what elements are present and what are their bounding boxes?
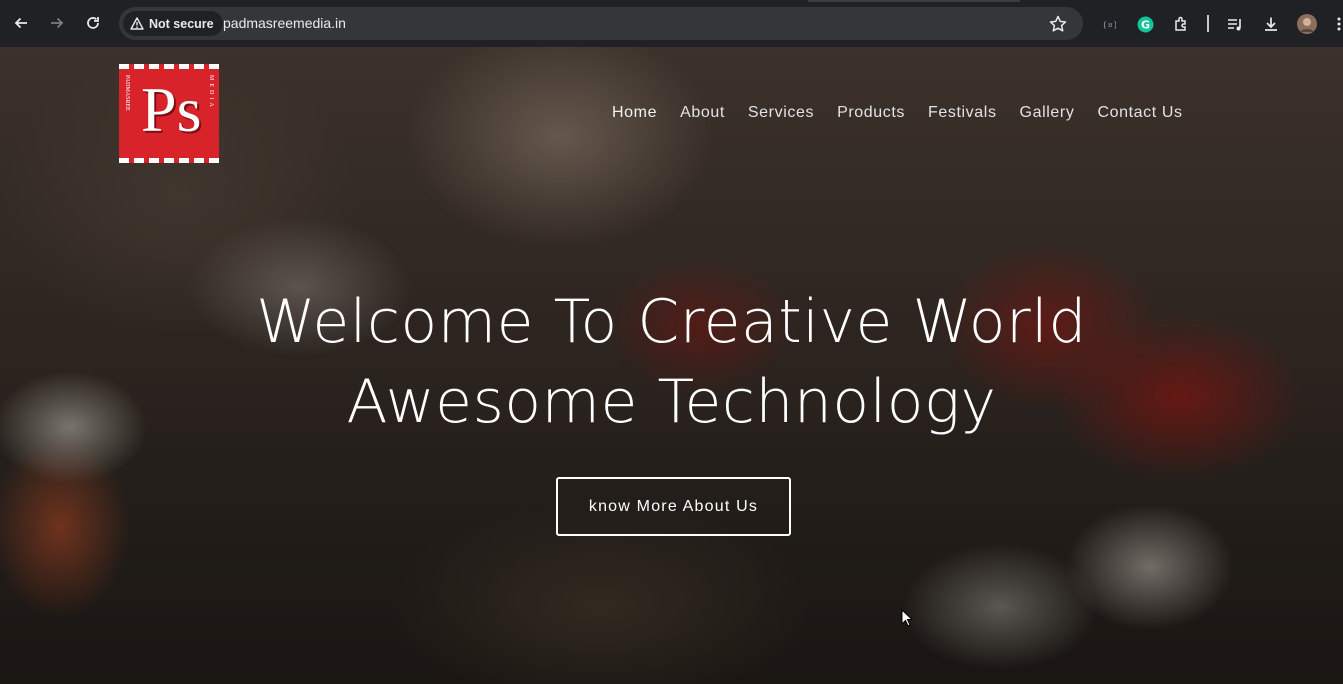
forward-arrow-icon: [51, 17, 64, 29]
nav-gallery[interactable]: Gallery: [1020, 104, 1075, 122]
logo-right-text: MEDIA: [208, 75, 214, 110]
nav-home[interactable]: Home: [612, 104, 657, 122]
know-more-button[interactable]: know More About Us: [556, 477, 791, 536]
address-bar[interactable]: Not secure padmasreemedia.in: [119, 7, 1083, 40]
download-icon: [1265, 17, 1277, 31]
warning-icon: [130, 17, 144, 30]
media-controls-icon: [1227, 18, 1241, 30]
grammarly-extension[interactable]: G: [1136, 14, 1154, 34]
profile-button[interactable]: [1296, 14, 1318, 34]
hero-headline-line1: Welcome To Creative World: [256, 287, 1087, 357]
hero-section: PADMASREE Ps MEDIA Home About Services P…: [0, 47, 1343, 684]
site-logo[interactable]: PADMASREE Ps MEDIA: [119, 64, 219, 163]
cast-button[interactable]: (¤): [1100, 14, 1118, 34]
nav-services[interactable]: Services: [748, 104, 814, 122]
extensions-button[interactable]: [1172, 14, 1190, 34]
logo-left-text: PADMASREE: [124, 75, 130, 111]
profile-avatar-icon: [1297, 14, 1317, 34]
tab-strip-edge: [808, 0, 1020, 2]
downloads-button[interactable]: [1262, 14, 1280, 34]
browser-toolbar: Not secure padmasreemedia.in (¤) G: [0, 0, 1343, 47]
site-security-chip[interactable]: Not secure: [123, 11, 223, 36]
forward-button[interactable]: [47, 13, 67, 33]
url-text[interactable]: padmasreemedia.in: [223, 15, 346, 31]
grammarly-icon: G: [1137, 16, 1153, 32]
back-button[interactable]: [11, 13, 31, 33]
nav-products[interactable]: Products: [837, 104, 905, 122]
more-menu-button[interactable]: [1334, 14, 1343, 34]
cast-icon: (¤): [1102, 21, 1116, 30]
mouse-cursor-icon: [901, 609, 913, 627]
toolbar-separator: [1207, 15, 1209, 32]
more-menu-icon: [1337, 17, 1340, 31]
logo-monogram: Ps: [141, 74, 202, 145]
svg-text:(¤): (¤): [1102, 21, 1116, 30]
nav-festivals[interactable]: Festivals: [928, 104, 997, 122]
svg-text:G: G: [1141, 18, 1150, 31]
media-controls-button[interactable]: [1226, 14, 1244, 34]
extensions-icon: [1174, 16, 1186, 31]
nav-about[interactable]: About: [680, 104, 725, 122]
reload-icon: [87, 17, 99, 29]
main-navigation: Home About Services Products Festivals G…: [612, 104, 1206, 122]
back-arrow-icon: [14, 17, 27, 29]
hero-headline-line2: Awesome Technology: [346, 367, 997, 437]
nav-contact-us[interactable]: Contact Us: [1097, 104, 1182, 122]
bookmark-star-icon[interactable]: [1048, 14, 1068, 34]
reload-button[interactable]: [83, 13, 103, 33]
security-label: Not secure: [149, 16, 214, 31]
